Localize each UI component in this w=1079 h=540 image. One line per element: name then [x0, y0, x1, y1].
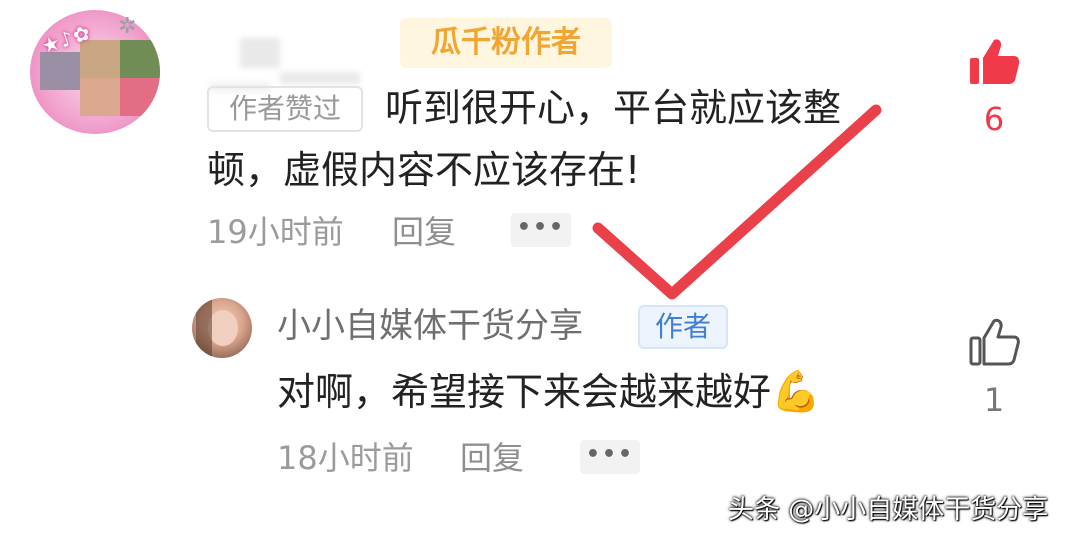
thumbs-up-filled-icon[interactable] — [968, 36, 1020, 88]
reply-timestamp: 18小时前 — [277, 439, 414, 477]
comment-timestamp: 19小时前 — [207, 213, 344, 251]
comment-text-line: 顿，虚假内容不应该存在! — [207, 148, 641, 192]
reply-button[interactable]: 回复 — [392, 212, 456, 252]
avatar-mosaic — [80, 78, 120, 116]
avatar-mosaic — [120, 40, 160, 78]
reply-button[interactable]: 回复 — [460, 438, 524, 478]
like-count: 1 — [983, 381, 1005, 419]
thumbs-up-outline-icon[interactable] — [968, 316, 1020, 372]
author-liked-badge: 作者赞过 — [207, 86, 363, 132]
reply-author-avatar[interactable] — [192, 298, 252, 358]
author-badge: 作者 — [638, 305, 728, 349]
more-options-button[interactable]: ••• — [511, 213, 571, 247]
more-options-button[interactable]: ••• — [580, 440, 640, 474]
comment-text-line: 听到很开心，平台就应该整 — [385, 86, 842, 130]
blurred-name — [240, 38, 280, 68]
flexed-biceps-emoji: 💪 — [771, 369, 821, 415]
gear-icon: ✲ — [118, 14, 137, 39]
reply-author-name[interactable]: 小小自媒体干货分享 — [277, 302, 583, 350]
like-count: 6 — [983, 100, 1005, 138]
reply-text: 对啊，希望接下来会越来越好💪 — [277, 364, 821, 420]
fan-level-badge: 瓜千粉作者 — [400, 18, 612, 68]
avatar-mosaic — [120, 78, 160, 116]
watermark: 头条 @小小自媒体干货分享 — [728, 495, 1049, 525]
blurred-name — [280, 72, 360, 84]
reply-text-content: 对啊，希望接下来会越来越好 — [277, 370, 772, 414]
